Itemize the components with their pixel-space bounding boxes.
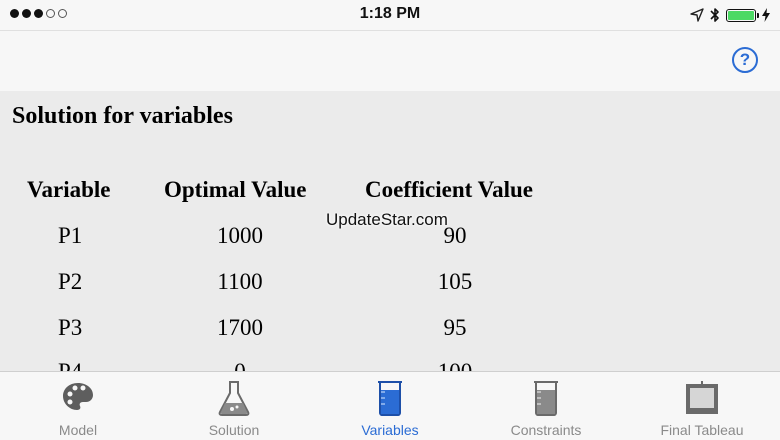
tab-final-tableau[interactable]: Final Tableau: [624, 372, 780, 440]
tab-label-final-tableau: Final Tableau: [660, 422, 744, 438]
tab-variables[interactable]: Variables: [312, 372, 468, 440]
variables-solution-panel: Solution for variables Variable Optimal …: [0, 91, 780, 371]
tab-label-solution: Solution: [208, 422, 260, 438]
tab-label-model: Model: [58, 422, 98, 438]
tab-constraints[interactable]: Constraints: [468, 372, 624, 440]
tab-model[interactable]: Model: [0, 372, 156, 440]
variable-cell: P3: [58, 315, 83, 340]
bluetooth-icon: [710, 8, 719, 22]
help-button[interactable]: ?: [732, 47, 758, 73]
coefficient-value-cell: 100: [405, 359, 505, 371]
tab-label-variables: Variables: [361, 422, 419, 438]
flask-icon: [218, 381, 250, 416]
tab-label-constraints: Constraints: [510, 422, 582, 438]
optimal-value-cell: 1000: [217, 223, 263, 248]
column-header-optimal-value: Optimal Value: [164, 177, 307, 202]
watermark-text: UpdateStar.com: [326, 210, 448, 229]
beaker-icon: [378, 381, 402, 416]
easel-icon: [686, 381, 718, 414]
tab-solution[interactable]: Solution: [156, 372, 312, 440]
tab-bar: Model Solution Variables Constraints Fin…: [0, 371, 780, 440]
optimal-value-cell: 1700: [217, 315, 263, 340]
palette-icon: [63, 383, 93, 410]
status-bar: 1:18 PM: [0, 0, 780, 30]
optimal-value-cell: 0: [190, 359, 290, 371]
variable-cell: P4: [58, 359, 82, 371]
location-arrow-icon: [690, 8, 704, 22]
variable-cell: P2: [58, 269, 83, 294]
column-header-coefficient-value: Coefficient Value: [365, 177, 534, 202]
variable-cell: P1: [58, 223, 83, 248]
column-header-variable: Variable: [27, 177, 111, 202]
coefficient-value-cell: 105: [437, 269, 473, 294]
section-title: Solution for variables: [12, 103, 233, 129]
coefficient-value-cell: 95: [443, 315, 467, 340]
battery-icon: [726, 8, 759, 22]
status-time: 1:18 PM: [359, 5, 421, 22]
status-icons: [690, 7, 770, 23]
navigation-bar: ?: [0, 30, 780, 91]
charging-bolt-icon: [762, 8, 770, 22]
optimal-value-cell: 1100: [217, 269, 263, 294]
beaker-icon: [534, 381, 558, 416]
